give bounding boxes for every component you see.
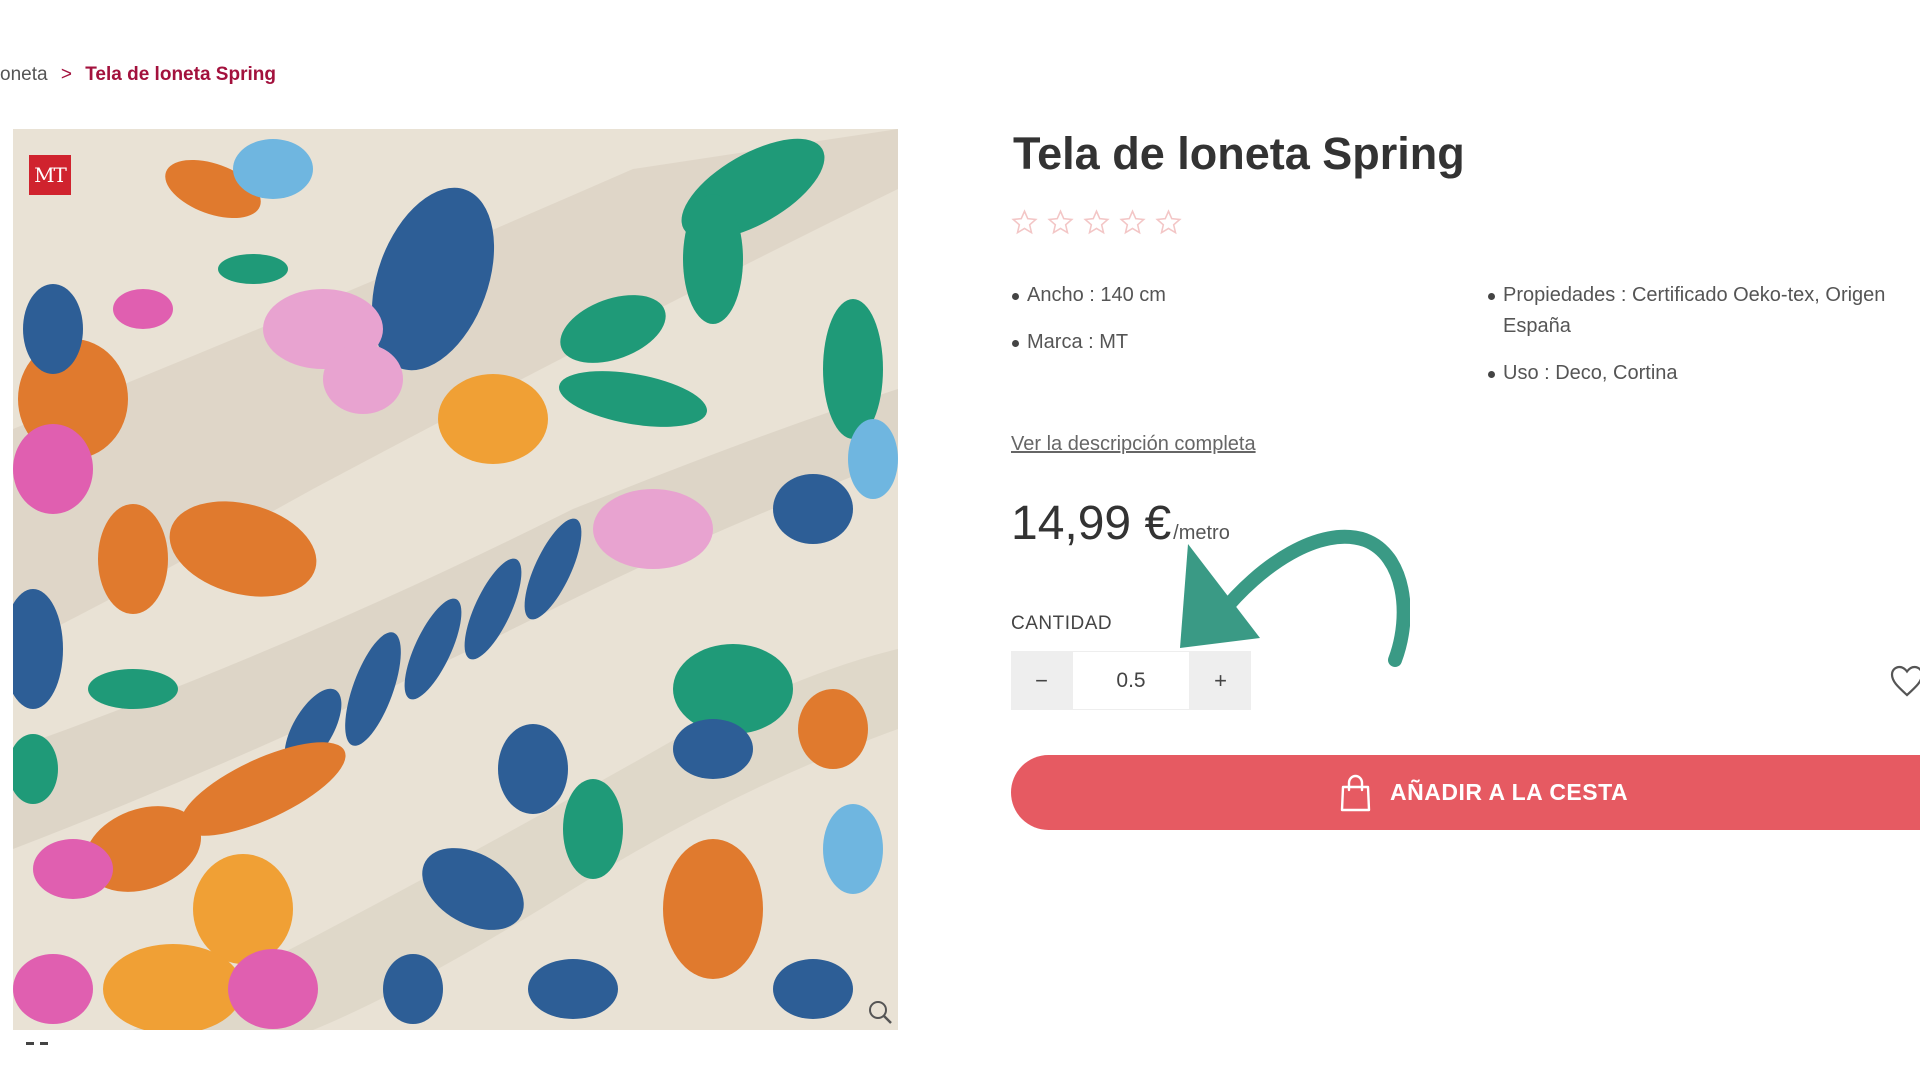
shopping-bag-icon — [1340, 774, 1371, 811]
product-image[interactable]: MT — [13, 129, 898, 1030]
breadcrumb-previous-link[interactable]: oneta — [0, 64, 48, 85]
star-icon[interactable] — [1119, 209, 1146, 236]
product-title: Tela de loneta Spring — [1013, 128, 1465, 179]
brand-badge: MT — [29, 155, 71, 195]
quantity-decrement-button[interactable]: − — [1011, 651, 1072, 710]
spec-list-left: Ancho : 140 cm Marca : MT — [1011, 280, 1441, 374]
star-icon[interactable] — [1011, 209, 1038, 236]
full-description-link[interactable]: Ver la descripción completa — [1011, 433, 1256, 456]
price-amount: 14,99 € — [1011, 497, 1172, 550]
star-icon[interactable] — [1083, 209, 1110, 236]
spec-item-brand: Marca : MT — [1011, 327, 1441, 358]
rating-stars[interactable] — [1011, 209, 1182, 236]
spec-item-properties: Propiedades : Certificado Oeko-tex, Orig… — [1487, 280, 1917, 342]
spec-item-width: Ancho : 140 cm — [1011, 280, 1441, 311]
thumbnail-hint-icon — [26, 1042, 48, 1045]
breadcrumb-current: Tela de loneta Spring — [85, 64, 276, 85]
add-to-cart-label: AÑADIR A LA CESTA — [1390, 779, 1629, 805]
quantity-label: CANTIDAD — [1011, 613, 1113, 634]
heart-icon[interactable] — [1889, 664, 1920, 698]
spec-list-right: Propiedades : Certificado Oeko-tex, Orig… — [1487, 280, 1917, 405]
curved-arrow-icon — [1180, 529, 1410, 667]
breadcrumb: oneta > Tela de loneta Spring — [0, 64, 276, 86]
add-to-cart-button[interactable]: AÑADIR A LA CESTA — [1011, 755, 1920, 830]
star-icon[interactable] — [1155, 209, 1182, 236]
fabric-pattern-image — [13, 129, 898, 1030]
product-page: oneta > Tela de loneta Spring MT Tela de… — [0, 0, 1920, 1080]
star-icon[interactable] — [1047, 209, 1074, 236]
spec-item-use: Uso : Deco, Cortina — [1487, 358, 1917, 389]
breadcrumb-separator: > — [60, 64, 72, 85]
magnifier-icon[interactable] — [866, 998, 894, 1026]
